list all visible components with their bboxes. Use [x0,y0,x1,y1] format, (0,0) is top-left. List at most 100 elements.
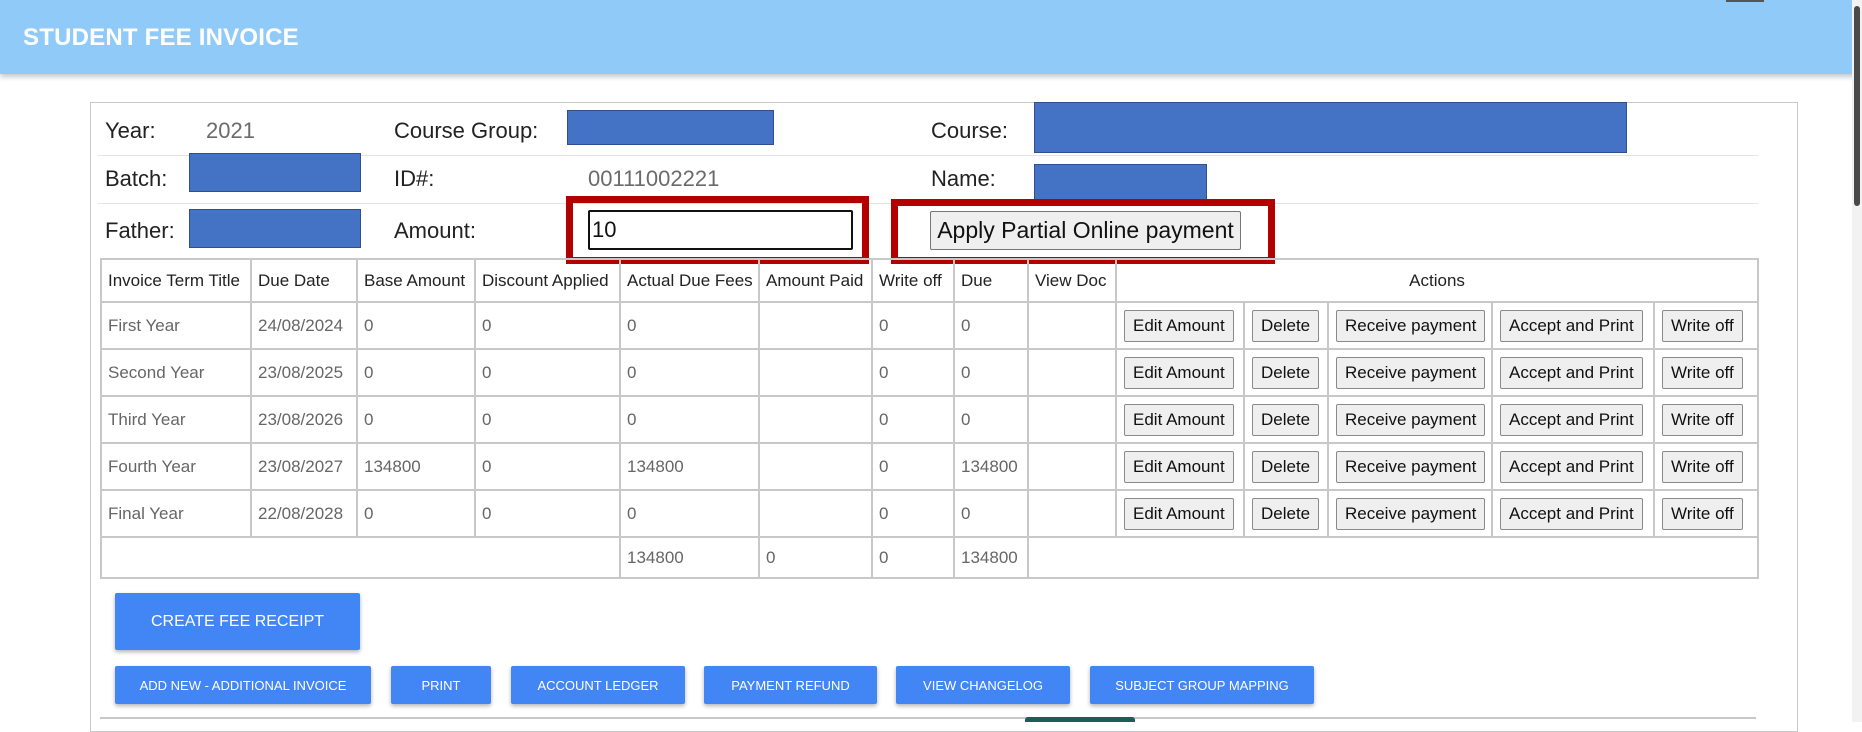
course-redacted [1034,102,1627,153]
delete-button[interactable]: Delete [1252,403,1320,436]
scrollbar-thumb[interactable] [1854,6,1860,206]
edit-amount-button[interactable]: Edit Amount [1124,309,1234,342]
receive-payment-button[interactable]: Receive payment [1336,309,1486,342]
term-title: First Year [100,301,252,350]
view-doc-cell [1027,301,1117,350]
write-off-button[interactable]: Write off [1662,403,1743,436]
receive-payment-button[interactable]: Receive payment [1336,497,1486,530]
fee-table: Invoice Term Title Due Date Base Amount … [100,258,1760,579]
account-ledger-button[interactable]: ACCOUNT LEDGER [511,666,685,704]
write-off-button[interactable]: Write off [1662,497,1743,530]
id-label: ID#: [394,166,435,191]
write-off-button[interactable]: Write off [1662,309,1743,342]
col-header-due: Due [953,258,1029,303]
name-redacted [1034,164,1207,202]
due-date: 24/08/2024 [250,301,358,350]
write-off-button[interactable]: Write off [1662,356,1743,389]
year-label: Year: [105,118,156,143]
discount-applied: 0 [474,442,621,491]
accept-and-print-button[interactable]: Accept and Print [1500,450,1643,483]
due-date: 23/08/2026 [250,395,358,444]
amount-highlight-box [566,196,869,264]
window-edge-mark [1726,0,1764,2]
due-date: 22/08/2028 [250,489,358,538]
term-title: Final Year [100,489,252,538]
view-doc-cell [1027,395,1117,444]
totals-empty [1026,536,1760,579]
col-header-due-date: Due Date [250,258,358,303]
delete-button[interactable]: Delete [1252,450,1320,483]
add-new-invoice-button[interactable]: ADD NEW - ADDITIONAL INVOICE [115,666,371,704]
term-title: Second Year [100,348,252,397]
amount-label: Amount: [394,218,476,243]
view-changelog-button[interactable]: VIEW CHANGELOG [896,666,1070,704]
create-fee-receipt-button[interactable]: CREATE FEE RECEIPT [115,593,360,650]
delete-button[interactable]: Delete [1252,309,1320,342]
col-header-actual-due: Actual Due Fees [619,258,760,303]
base-amount: 0 [356,489,476,538]
col-header-write-off: Write off [871,258,955,303]
due-value: 0 [953,301,1029,350]
write-off-value: 0 [871,442,955,491]
discount-applied: 0 [474,489,621,538]
accept-and-print-button[interactable]: Accept and Print [1500,356,1643,389]
receive-payment-button[interactable]: Receive payment [1336,403,1486,436]
accept-and-print-button[interactable]: Accept and Print [1500,403,1643,436]
term-title: Fourth Year [100,442,252,491]
course-label: Course: [931,118,1009,143]
discount-applied: 0 [474,348,621,397]
table-row: Fourth Year 23/08/2027 134800 0 134800 0… [100,442,1760,491]
receive-payment-button[interactable]: Receive payment [1336,450,1486,483]
course-group-label: Course Group: [394,118,539,143]
father-redacted [189,209,361,248]
receive-payment-button[interactable]: Receive payment [1336,356,1486,389]
subject-group-mapping-button[interactable]: SUBJECT GROUP MAPPING [1090,666,1314,704]
base-amount: 0 [356,395,476,444]
discount-applied: 0 [474,395,621,444]
write-off-button[interactable]: Write off [1662,450,1743,483]
year-value: 2021 [206,118,255,143]
id-value: 00111002221 [588,166,720,191]
due-date: 23/08/2027 [250,442,358,491]
write-off-value: 0 [871,348,955,397]
accept-and-print-button[interactable]: Accept and Print [1500,497,1643,530]
offscreen-element-edge [1025,717,1135,722]
due-value: 0 [953,395,1029,444]
edit-amount-button[interactable]: Edit Amount [1124,403,1234,436]
batch-label: Batch: [105,166,168,191]
edit-amount-button[interactable]: Edit Amount [1124,497,1234,530]
table-header-row: Invoice Term Title Due Date Base Amount … [100,258,1760,303]
edit-amount-button[interactable]: Edit Amount [1124,356,1234,389]
amount-paid [758,301,873,350]
due-date: 23/08/2025 [250,348,358,397]
amount-paid [758,395,873,444]
col-header-discount: Discount Applied [474,258,621,303]
col-header-base-amount: Base Amount [356,258,476,303]
accept-and-print-button[interactable]: Accept and Print [1500,309,1643,342]
father-label: Father: [105,218,175,243]
total-due: 134800 [953,536,1029,579]
amount-paid [758,348,873,397]
col-header-actions: Actions [1114,258,1760,303]
due-value: 0 [953,489,1029,538]
total-actual-due: 134800 [619,536,760,579]
apply-button-highlight-box [891,199,1275,264]
delete-button[interactable]: Delete [1252,356,1320,389]
table-row: First Year 24/08/2024 0 0 0 0 0 Edit Amo… [100,301,1760,350]
write-off-value: 0 [871,489,955,538]
due-value: 134800 [953,442,1029,491]
totals-spacer [100,536,621,579]
col-header-amount-paid: Amount Paid [758,258,873,303]
page-title: STUDENT FEE INVOICE [23,24,299,51]
discount-applied: 0 [474,301,621,350]
delete-button[interactable]: Delete [1252,497,1320,530]
view-doc-cell [1027,489,1117,538]
actual-due-fees: 0 [619,348,760,397]
view-doc-cell [1027,442,1117,491]
payment-refund-button[interactable]: PAYMENT REFUND [704,666,877,704]
edit-amount-button[interactable]: Edit Amount [1124,450,1234,483]
actual-due-fees: 134800 [619,442,760,491]
base-amount: 0 [356,348,476,397]
print-button[interactable]: PRINT [391,666,491,704]
panel-bottom-border [100,717,1756,719]
